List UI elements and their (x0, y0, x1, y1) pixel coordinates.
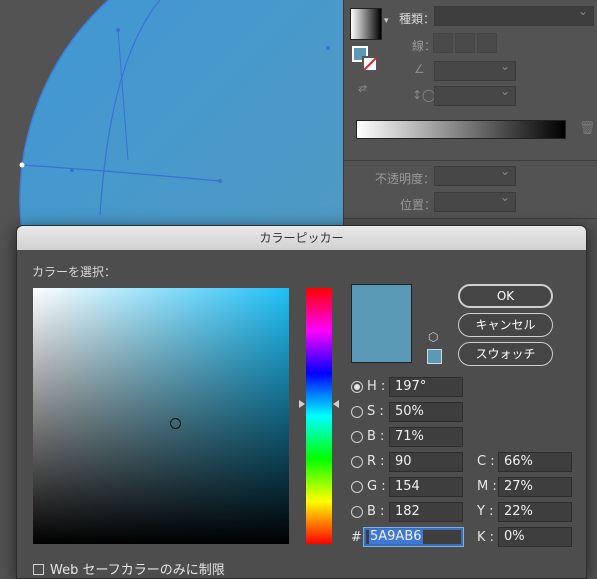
opacity-label: 不透明度： (375, 172, 436, 186)
blue-field[interactable]: 182 (389, 502, 463, 522)
web-safe-checkbox-box[interactable] (33, 564, 44, 575)
gradient-swatch[interactable] (350, 8, 382, 40)
s-label: S : (367, 404, 384, 419)
ok-button[interactable]: OK (458, 284, 553, 308)
g-field[interactable]: 154 (389, 477, 463, 497)
c-label: C : (477, 454, 495, 469)
color-picker-dialog: カラーピッカー カラーを選択： ⬡ OK キャンセル スウォッチ H : 197… (16, 225, 587, 579)
trash-icon[interactable]: 🗑 (579, 121, 596, 136)
hue-slider-right-arrow[interactable] (333, 400, 339, 408)
web-safe-cube-icon[interactable]: ⬡ (428, 330, 438, 344)
h-label: H : (367, 379, 386, 394)
position-label: 位置： (400, 198, 437, 212)
swap-gradient-icon[interactable]: ⇄ (358, 82, 367, 95)
selected-circle-shape[interactable] (0, 0, 345, 230)
hex-label: # (351, 530, 362, 545)
gradient-slider[interactable] (356, 120, 566, 139)
r-field[interactable]: 90 (389, 452, 463, 472)
none-slash-icon (364, 58, 376, 70)
angle-icon: ∠ (414, 62, 425, 76)
r-label: R : (367, 454, 385, 469)
artboard-canvas[interactable] (0, 0, 345, 230)
hex-value: 5A9AB6 (369, 529, 423, 544)
m-label: M : (477, 479, 497, 494)
hue-slider-left-arrow[interactable] (299, 400, 305, 408)
web-safe-only-label: Web セーフカラーのみに制限 (50, 563, 225, 578)
hex-field[interactable]: 5A9AB6 (363, 527, 464, 547)
swatches-button[interactable]: スウォッチ (458, 342, 553, 366)
h-radio[interactable] (351, 381, 363, 393)
blue-radio[interactable] (351, 506, 363, 518)
y-label: Y : (477, 504, 494, 519)
select-color-label: カラーを選択： (32, 265, 117, 279)
kind-label: 種類： (399, 12, 436, 26)
aspect-ratio-dropdown[interactable] (434, 84, 516, 106)
cancel-button[interactable]: キャンセル (458, 313, 553, 337)
s-field[interactable]: 50% (389, 402, 463, 422)
s-radio[interactable] (351, 406, 363, 418)
chevron-down-icon[interactable]: ▾ (384, 16, 389, 26)
g-label: G : (367, 479, 386, 494)
c-field[interactable]: 66% (498, 452, 572, 472)
blue-label: B : (367, 504, 385, 519)
r-radio[interactable] (351, 456, 363, 468)
stroke-across-icon[interactable] (477, 33, 497, 53)
gradient-panel: ▾ ⇄ 種類： 線： ∠ ↕◯ 🗑 不透明度： 位置： (343, 0, 597, 230)
web-safe-only-checkbox[interactable]: Web セーフカラーのみに制限 (33, 559, 225, 578)
position-dropdown[interactable] (434, 190, 516, 212)
stroke-within-icon[interactable] (433, 33, 453, 53)
stroke-along-icon[interactable] (455, 33, 475, 53)
saturation-brightness-field[interactable] (33, 288, 289, 544)
web-safe-color-swatch[interactable] (427, 349, 442, 364)
brightness-field[interactable]: 71% (389, 427, 463, 447)
y-field[interactable]: 22% (498, 502, 572, 522)
kind-dropdown[interactable] (434, 4, 594, 26)
stroke-option-icons[interactable] (433, 33, 497, 57)
dialog-title[interactable]: カラーピッカー (17, 226, 586, 250)
aspect-ratio-icon: ↕◯ (412, 88, 436, 102)
h-field[interactable]: 197° (389, 377, 463, 397)
brightness-radio[interactable] (351, 431, 363, 443)
color-field-cursor[interactable] (170, 418, 181, 429)
brightness-label: B : (367, 429, 385, 444)
color-preview (351, 284, 412, 363)
k-field[interactable]: 0% (498, 527, 572, 547)
angle-dropdown[interactable] (434, 59, 516, 81)
k-label: K : (477, 530, 495, 545)
g-radio[interactable] (351, 481, 363, 493)
hue-slider[interactable] (306, 288, 332, 544)
m-field[interactable]: 27% (498, 477, 572, 497)
stroke-none-swatch[interactable] (362, 56, 378, 72)
opacity-dropdown[interactable] (434, 164, 516, 186)
